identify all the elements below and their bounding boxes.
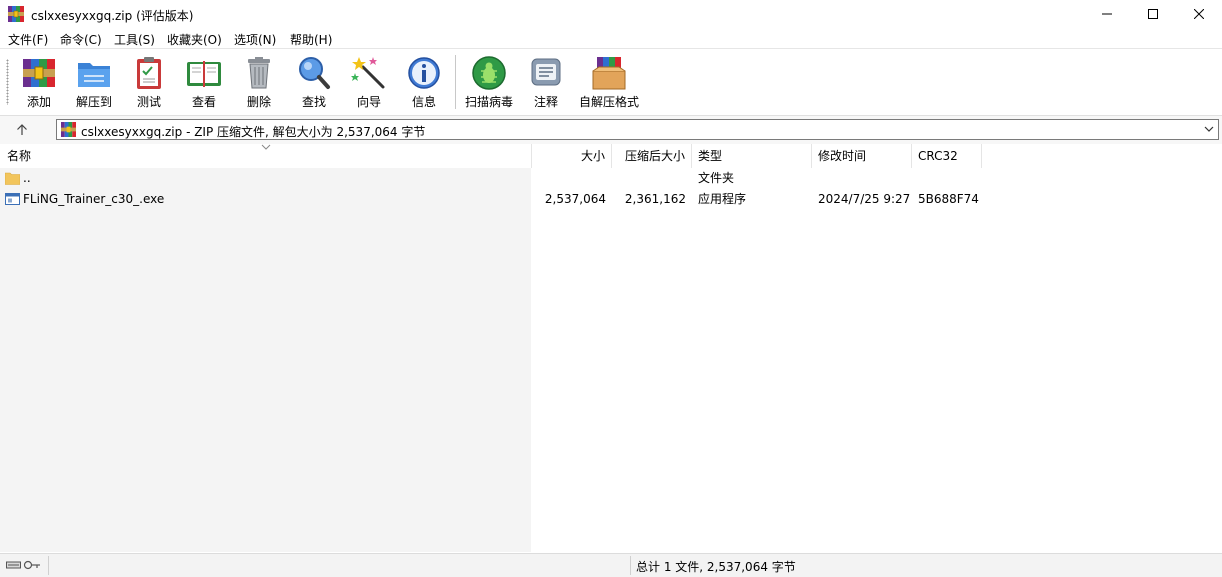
minimize-icon [1102, 13, 1112, 15]
test-clipboard-icon [137, 57, 161, 89]
list-item[interactable]: FLiNG_Trainer_c30_.exe 2,537,064 2,361,1… [0, 189, 1222, 209]
delete-button[interactable]: 删除 [230, 53, 288, 111]
archive-icon [61, 122, 76, 137]
up-folder-button[interactable] [10, 121, 34, 139]
test-button[interactable]: 测试 [120, 53, 178, 111]
magic-wand-icon [351, 57, 385, 89]
menu-bar: 文件(F) 命令(C) 工具(S) 收藏夹(O) 选项(N) 帮助(H) [0, 28, 1222, 48]
extract-folder-icon [78, 63, 110, 87]
menu-favorites[interactable]: 收藏夹(O) [167, 31, 222, 48]
column-size[interactable]: 大小 [532, 144, 612, 168]
drive-key-icon [6, 560, 40, 570]
wizard-label: 向导 [356, 95, 381, 109]
view-button[interactable]: 查看 [175, 53, 233, 111]
extract-label: 解压到 [75, 95, 112, 109]
file-type: 文件夹 [698, 171, 735, 185]
column-name[interactable]: 名称 [0, 144, 532, 168]
info-icon [408, 57, 440, 89]
maximize-button[interactable] [1130, 0, 1176, 28]
address-text: cslxxesyxxgq.zip - ZIP 压缩文件, 解包大小为 2,537… [81, 125, 426, 139]
scan-virus-button[interactable]: 扫描病毒 [460, 53, 518, 111]
file-size: 2,537,064 [544, 192, 606, 206]
file-packed-size: 2,361,162 [624, 192, 686, 206]
bug-scan-icon [472, 56, 506, 90]
info-button[interactable]: 信息 [395, 53, 453, 111]
toolbar: 添加 解压到 测试 查看 删除 查找 向导 信息 扫描病毒 注释 自解压格式 [0, 48, 1222, 115]
test-label: 测试 [136, 95, 161, 109]
window-title: cslxxesyxxgq.zip (评估版本) [31, 9, 194, 23]
extract-button[interactable]: 解压到 [65, 53, 123, 111]
winrar-app-icon [8, 6, 24, 22]
menu-options[interactable]: 选项(N) [234, 31, 276, 48]
close-button[interactable] [1176, 0, 1222, 28]
close-icon [1194, 9, 1204, 19]
find-label: 查找 [301, 95, 326, 109]
column-type[interactable]: 类型 [692, 144, 812, 168]
file-list[interactable]: .. 文件夹 FLiNG_Trainer_c30_.exe 2,537,064 … [0, 168, 1222, 552]
folder-icon [5, 172, 20, 185]
column-packed-size[interactable]: 压缩后大小 [612, 144, 692, 168]
minimize-button[interactable] [1084, 0, 1130, 28]
column-modified[interactable]: 修改时间 [812, 144, 912, 168]
magnifier-icon [299, 57, 330, 89]
column-header: 名称 大小 压缩后大小 类型 修改时间 CRC32 [0, 144, 1222, 168]
comment-note-icon [531, 58, 561, 86]
trash-icon [248, 57, 270, 89]
delete-label: 删除 [246, 95, 271, 109]
menu-tools[interactable]: 工具(S) [114, 31, 155, 48]
title-bar: cslxxesyxxgq.zip (评估版本) [0, 0, 1222, 28]
maximize-icon [1148, 9, 1158, 19]
arrow-up-icon [17, 124, 27, 135]
file-crc32: 5B688F74 [918, 192, 979, 206]
status-bar: 总计 1 文件, 2,537,064 字节 [0, 553, 1222, 577]
file-name: FLiNG_Trainer_c30_.exe [23, 192, 165, 206]
menu-help[interactable]: 帮助(H) [290, 31, 332, 48]
info-label: 信息 [411, 95, 436, 109]
status-divider [630, 556, 631, 575]
address-field[interactable]: cslxxesyxxgq.zip - ZIP 压缩文件, 解包大小为 2,537… [56, 119, 1219, 140]
file-type: 应用程序 [698, 192, 747, 206]
comment-label: 注释 [533, 95, 558, 109]
sfx-label: 自解压格式 [578, 95, 639, 109]
wizard-button[interactable]: 向导 [340, 53, 398, 111]
chevron-down-icon[interactable] [1203, 123, 1215, 135]
file-name: .. [23, 171, 31, 185]
status-text: 总计 1 文件, 2,537,064 字节 [636, 560, 796, 574]
find-button[interactable]: 查找 [285, 53, 343, 111]
name-column-background [0, 168, 531, 552]
add-label: 添加 [26, 95, 51, 109]
add-button[interactable]: 添加 [10, 53, 68, 111]
sfx-button[interactable]: 自解压格式 [578, 53, 640, 111]
status-divider [48, 556, 49, 575]
exe-file-icon [5, 193, 20, 205]
menu-file[interactable]: 文件(F) [8, 31, 48, 48]
view-label: 查看 [191, 95, 216, 109]
comment-button[interactable]: 注释 [517, 53, 575, 111]
address-bar: cslxxesyxxgq.zip - ZIP 压缩文件, 解包大小为 2,537… [0, 115, 1222, 145]
file-modified: 2024/7/25 9:27 [818, 192, 911, 206]
add-archive-icon [23, 59, 55, 87]
sfx-box-icon [592, 57, 626, 90]
toolbar-separator [455, 55, 456, 109]
menu-commands[interactable]: 命令(C) [60, 31, 102, 48]
scan-virus-label: 扫描病毒 [464, 95, 513, 109]
column-crc32[interactable]: CRC32 [912, 144, 982, 168]
list-item[interactable]: .. 文件夹 [0, 168, 1222, 188]
book-icon [187, 61, 221, 87]
toolbar-grip[interactable] [6, 59, 9, 105]
